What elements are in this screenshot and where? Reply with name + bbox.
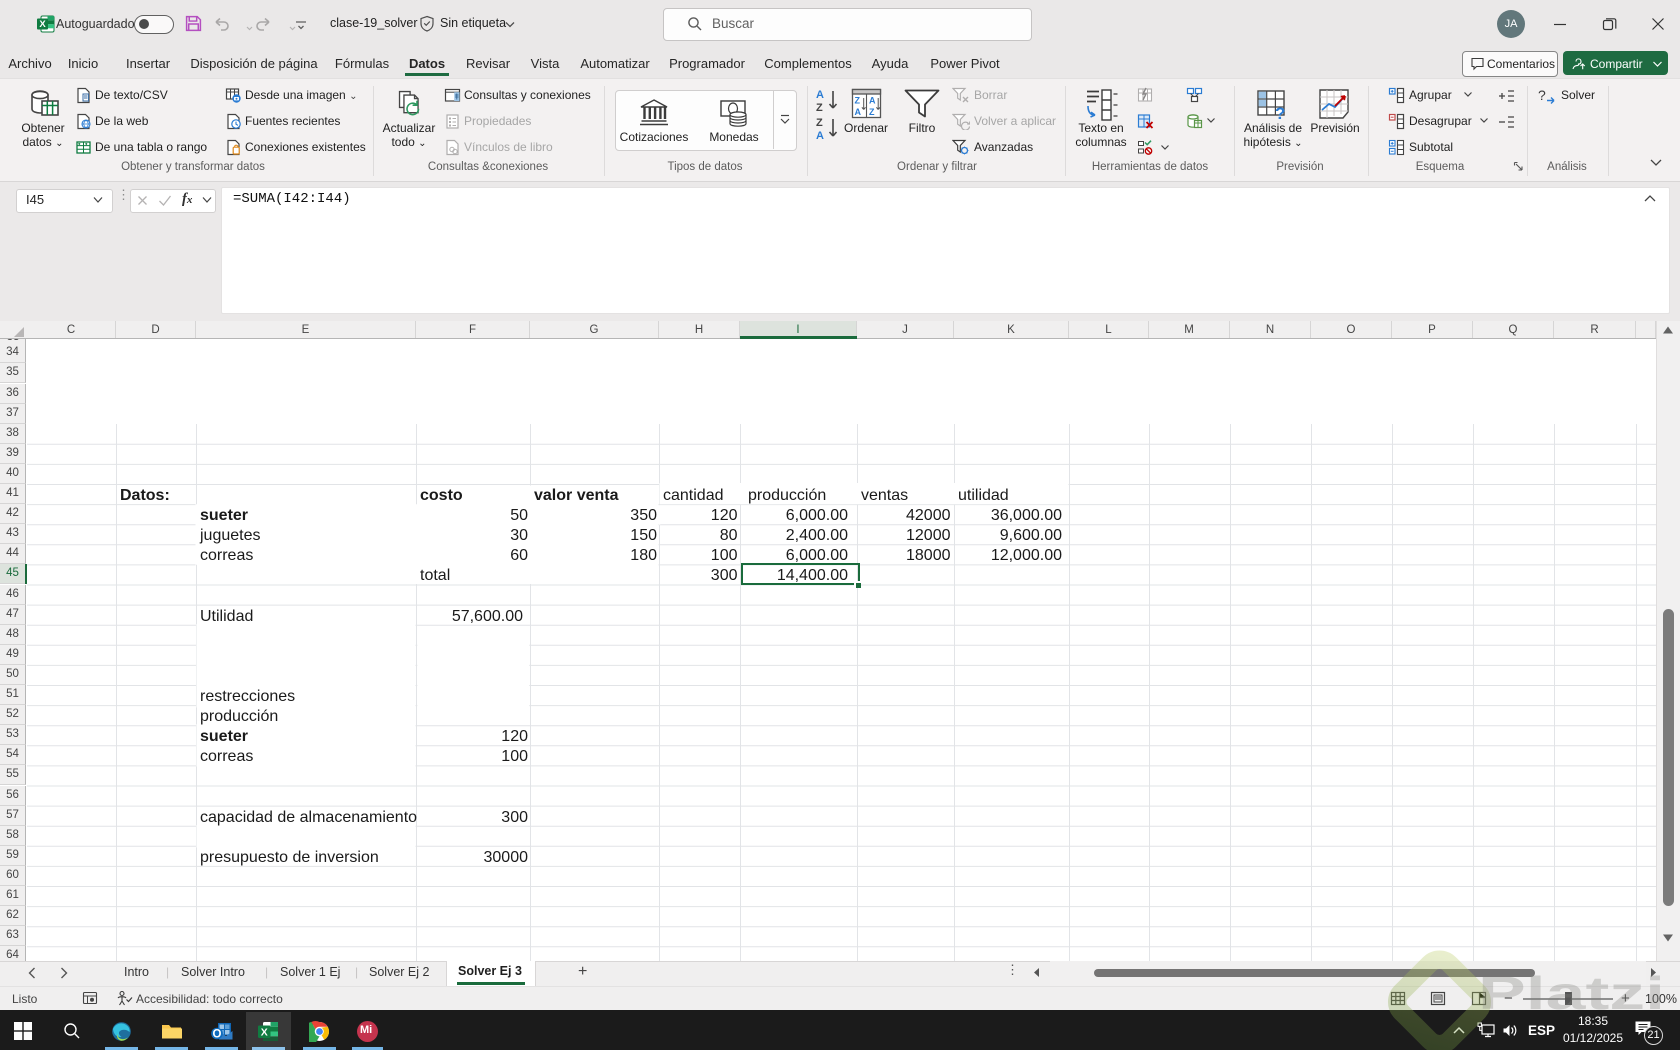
svg-text:A: A	[855, 107, 862, 117]
svg-text:A: A	[816, 89, 824, 101]
svg-text:A: A	[869, 96, 876, 106]
svg-text:?: ?	[1275, 104, 1285, 122]
svg-text:Z: Z	[816, 102, 823, 113]
svg-text:Z: Z	[855, 96, 861, 106]
svg-text:X: X	[39, 19, 46, 30]
svg-text:O: O	[213, 1029, 222, 1041]
svg-text:Z: Z	[816, 117, 823, 129]
svg-text:X: X	[261, 1026, 268, 1038]
svg-text:Z: Z	[869, 107, 875, 117]
svg-text:?: ?	[1538, 87, 1546, 103]
svg-text:A: A	[816, 130, 824, 141]
